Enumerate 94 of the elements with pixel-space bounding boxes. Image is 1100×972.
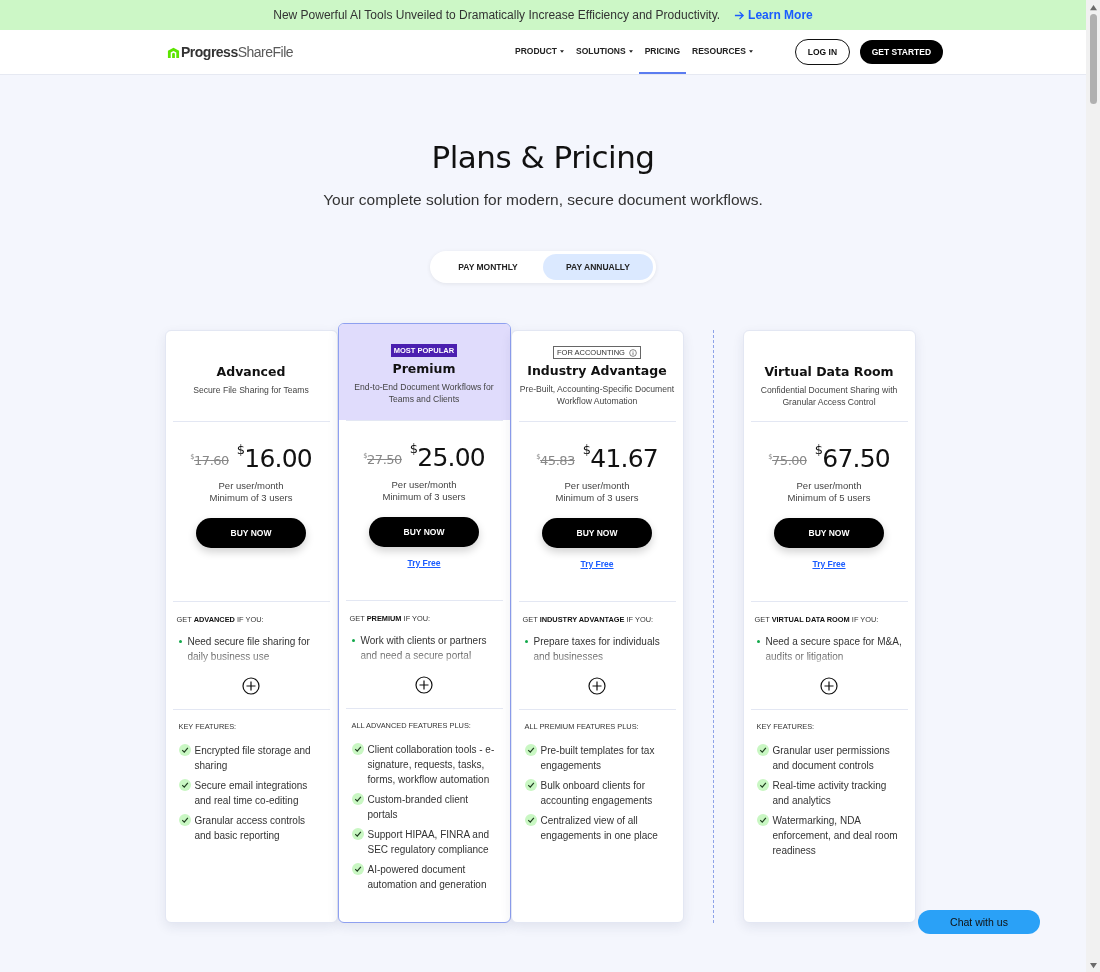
page-subtitle: Your complete solution for modern, secure document workflows. xyxy=(323,191,763,209)
fit-point: Prepare taxes for individuals and businesses xyxy=(533,635,661,664)
logo-icon xyxy=(167,45,180,59)
expand-button[interactable] xyxy=(588,677,606,695)
plus-icon xyxy=(242,677,260,695)
bullet-icon xyxy=(524,640,528,643)
plan-tagline: End-to-End Document Workflows for Teams and Clients xyxy=(353,381,495,405)
login-button[interactable]: LOG IN xyxy=(794,39,850,65)
feature-text: Bulk onboard clients for accounting engagements xyxy=(540,779,654,808)
price: $^{$}$16.00 xyxy=(236,444,312,473)
nav-link[interactable]: RESOURCES xyxy=(686,30,759,74)
check-icon xyxy=(178,779,191,791)
banner-text: New Powerful AI Tools Unveiled to Dramatically Increase Efficiency and Productivity. xyxy=(273,8,721,22)
scroll-down-icon[interactable] xyxy=(1088,962,1098,969)
fit-point: Need a secure space for M&A, audits or litigation xyxy=(765,635,903,664)
nav-link[interactable]: SOLUTIONS xyxy=(570,30,639,74)
check-icon xyxy=(351,863,364,875)
logo-wordmark[interactable]: ProgressShareFile xyxy=(181,44,294,60)
plan-tagline: Confidential Document Sharing with Granular Access Control xyxy=(759,384,899,408)
buy-now-button[interactable]: BUY NOW xyxy=(369,517,479,547)
price: $^{$}$41.67 xyxy=(582,444,658,473)
scroll-up-icon[interactable] xyxy=(1088,4,1098,11)
old-price: $^{$}$17.60 xyxy=(190,453,229,468)
price-unit: Per user/month xyxy=(564,480,630,492)
feature-text: Granular access controls and basic reporting xyxy=(194,814,307,843)
minimum-users: Minimum of 5 users xyxy=(787,492,871,504)
bullet-icon xyxy=(351,639,355,642)
feature-text: Centralized view of all engagements in one place xyxy=(540,814,659,843)
chat-button[interactable]: Chat with us xyxy=(918,910,1040,934)
info-icon xyxy=(628,348,637,357)
check-icon xyxy=(756,744,769,756)
expand-button[interactable] xyxy=(415,676,433,694)
bullet-icon xyxy=(178,640,182,643)
get-started-button[interactable]: GET STARTED xyxy=(859,40,943,64)
billing-option[interactable]: PAY MONTHLY xyxy=(433,254,543,280)
plan-name: Premium xyxy=(392,361,456,376)
expand-button[interactable] xyxy=(242,677,260,695)
try-free-link[interactable]: Try Free xyxy=(580,559,614,569)
buy-now-button[interactable]: BUY NOW xyxy=(774,518,884,548)
nav-link[interactable]: PRODUCT xyxy=(509,30,571,74)
minimum-users: Minimum of 3 users xyxy=(382,491,466,503)
feature-text: Granular user permissions and document controls xyxy=(772,744,891,773)
feature-text: Watermarking, NDA enforcement, and deal room readiness xyxy=(772,814,899,858)
price-unit: Per user/month xyxy=(796,480,862,492)
check-icon xyxy=(351,743,364,755)
plan-tagline: Pre-Built, Accounting-Specific Document Workflow Automation xyxy=(518,383,676,407)
feature-text: Support HIPAA, FINRA and SEC regulatory compliance xyxy=(367,828,491,857)
price-unit: Per user/month xyxy=(218,480,284,492)
check-icon xyxy=(524,779,537,791)
feature-text: Real-time activity tracking and analytics xyxy=(772,779,888,808)
price: $^{$}$67.50 xyxy=(814,444,890,473)
fit-point: Need secure file sharing for daily business use xyxy=(187,635,311,664)
check-icon xyxy=(524,744,537,756)
fit-point: Work with clients or partners and need a secure portal xyxy=(360,634,488,663)
check-icon xyxy=(351,793,364,805)
buy-now-button[interactable]: BUY NOW xyxy=(542,518,652,548)
scrollbar[interactable] xyxy=(1086,0,1100,972)
minimum-users: Minimum of 3 users xyxy=(555,492,639,504)
check-icon xyxy=(178,744,191,756)
price-unit: Per user/month xyxy=(391,479,457,491)
minimum-users: Minimum of 3 users xyxy=(209,492,293,504)
try-free-link[interactable]: Try Free xyxy=(812,559,846,569)
check-icon xyxy=(351,828,364,840)
feature-text: Secure email integrations and real time co-editing xyxy=(194,779,309,808)
old-price: $^{$}$45.83 xyxy=(536,453,575,468)
buy-now-button[interactable]: BUY NOW xyxy=(196,518,306,548)
check-icon xyxy=(756,779,769,791)
scrollbar-thumb[interactable] xyxy=(1089,14,1097,104)
plus-icon xyxy=(415,676,433,694)
plus-icon xyxy=(588,677,606,695)
check-icon xyxy=(756,814,769,826)
bullet-icon xyxy=(756,640,760,643)
old-price: $^{$}$75.00 xyxy=(768,453,807,468)
expand-button[interactable] xyxy=(820,677,838,695)
nav-link[interactable]: PRICING xyxy=(638,30,687,74)
check-icon xyxy=(524,814,537,826)
check-icon xyxy=(178,814,191,826)
feature-text: Encrypted file storage and sharing xyxy=(194,744,312,773)
plan-name: Industry Advantage xyxy=(527,363,667,378)
arrow-icon xyxy=(734,9,746,21)
plus-icon xyxy=(820,677,838,695)
old-price: $^{$}$27.50 xyxy=(363,452,402,467)
billing-option[interactable]: PAY ANNUALLY xyxy=(543,254,653,280)
feature-text: Pre-built templates for tax engagements xyxy=(540,744,656,773)
feature-text: Custom-branded client portals xyxy=(367,793,470,822)
page-title: Plans & Pricing xyxy=(431,139,655,175)
feature-text: Client collaboration tools - e-signature, requests, tasks, forms, workflow automation xyxy=(367,743,496,787)
plan-name: Virtual Data Room xyxy=(764,364,894,379)
learn-more-link[interactable]: Learn More xyxy=(734,8,813,22)
feature-text: AI-powered document automation and generation xyxy=(367,863,488,892)
plan-tagline: Secure File Sharing for Teams xyxy=(193,384,309,396)
price: $^{$}$25.00 xyxy=(409,443,485,472)
plan-name: Advanced xyxy=(216,364,286,379)
try-free-link[interactable]: Try Free xyxy=(407,558,441,568)
